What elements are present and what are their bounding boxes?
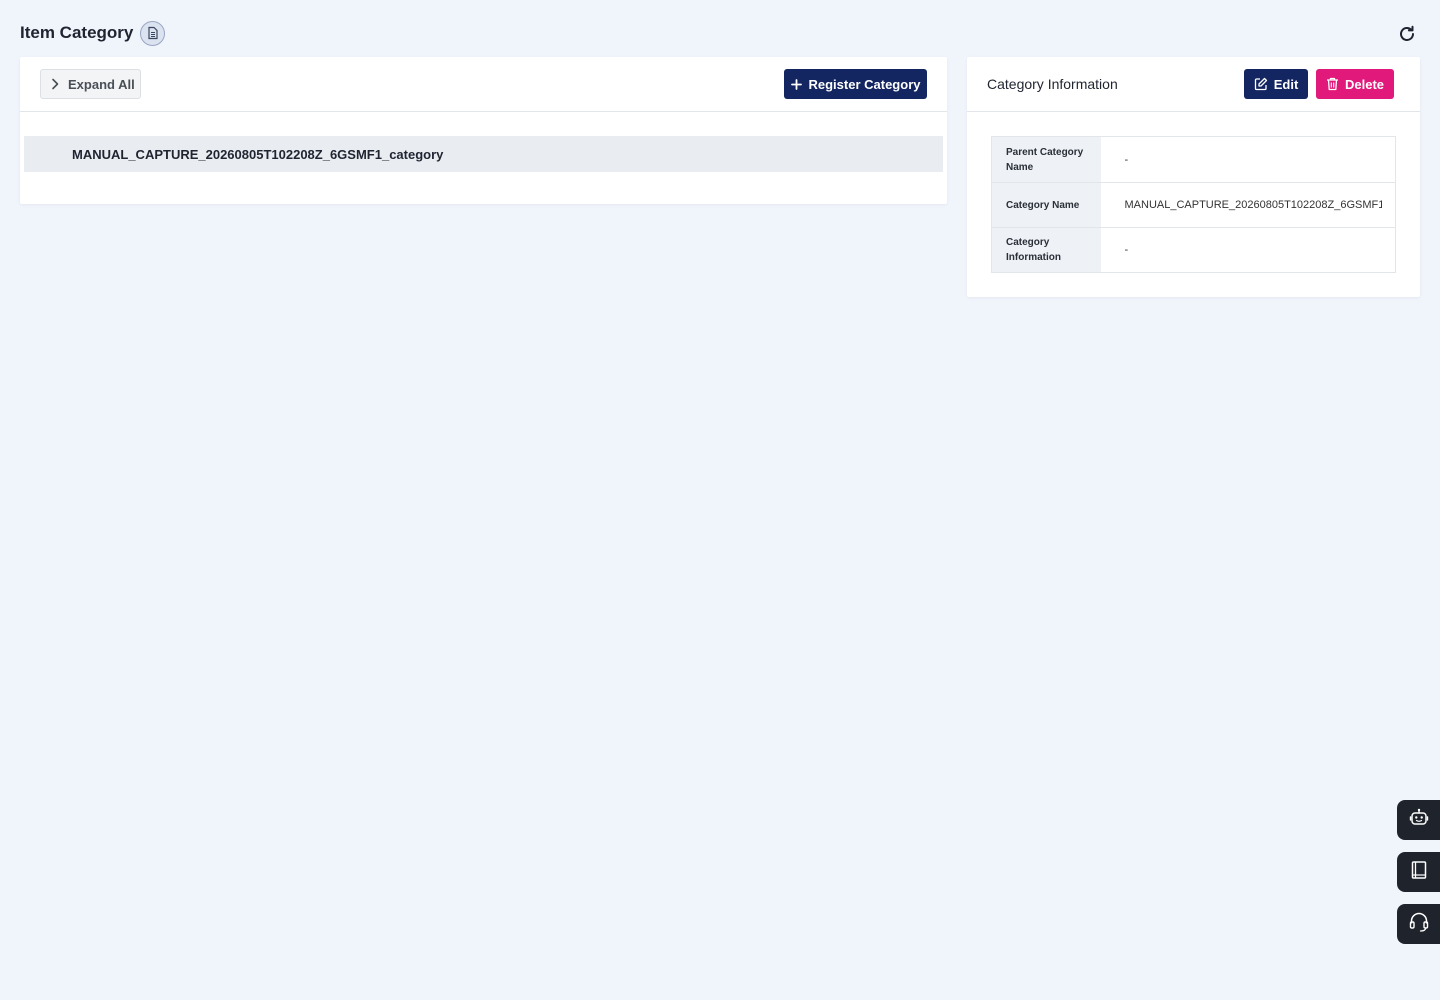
expand-all-button[interactable]: Expand All <box>40 69 141 99</box>
page-title: Item Category <box>20 23 134 42</box>
category-name-label: Category Name <box>991 182 1101 228</box>
delete-button[interactable]: Delete <box>1316 69 1394 99</box>
category-info-table: Parent Category Name - Category Name MAN… <box>991 136 1396 273</box>
edit-label: Edit <box>1273 76 1299 92</box>
category-info-header: Category Information Edit Delete <box>967 57 1420 112</box>
parent-category-name-value: - <box>1100 136 1396 183</box>
tree-item[interactable]: MANUAL_CAPTURE_20260805T102208Z_6GSMF1_c… <box>24 136 943 172</box>
support-headset-icon <box>1408 911 1430 938</box>
plus-icon <box>790 78 802 90</box>
parent-category-name-label: Parent Category Name <box>991 136 1101 183</box>
document-icon[interactable] <box>140 20 166 46</box>
tree-toolbar: Expand All Register Category <box>20 57 947 112</box>
support-button[interactable] <box>1397 904 1440 944</box>
category-tree-panel: Expand All Register Category MANUAL_CAPT… <box>20 57 947 204</box>
register-category-label: Register Category <box>808 76 921 92</box>
edit-icon <box>1254 77 1268 91</box>
edit-button[interactable]: Edit <box>1244 69 1308 99</box>
table-row: Category Information - <box>991 227 1396 273</box>
category-name-value: MANUAL_CAPTURE_20260805T102208Z_6GSMF1_c… <box>1100 182 1396 228</box>
table-row: Category Name MANUAL_CAPTURE_20260805T10… <box>991 182 1396 228</box>
refresh-icon[interactable] <box>1396 23 1418 45</box>
category-information-value: - <box>1124 244 1129 256</box>
chevron-right-icon <box>51 78 59 90</box>
chatbot-icon <box>1409 808 1429 833</box>
category-information-label: Category Information <box>991 227 1101 273</box>
tree-item-label: MANUAL_CAPTURE_20260805T102208Z_6GSMF1_c… <box>72 146 444 162</box>
category-info-title: Category Information <box>987 76 1118 92</box>
chatbot-button[interactable] <box>1397 800 1440 840</box>
expand-all-label: Expand All <box>68 76 135 92</box>
manual-book-icon <box>1409 860 1429 885</box>
table-row: Parent Category Name - <box>991 136 1396 183</box>
category-info-panel: Category Information Edit Delete Parent … <box>967 57 1420 297</box>
register-category-button[interactable]: Register Category <box>784 69 927 99</box>
delete-label: Delete <box>1344 76 1385 92</box>
manual-button[interactable] <box>1397 852 1440 892</box>
page-header: Item Category <box>20 18 1420 48</box>
trash-icon <box>1326 77 1339 91</box>
